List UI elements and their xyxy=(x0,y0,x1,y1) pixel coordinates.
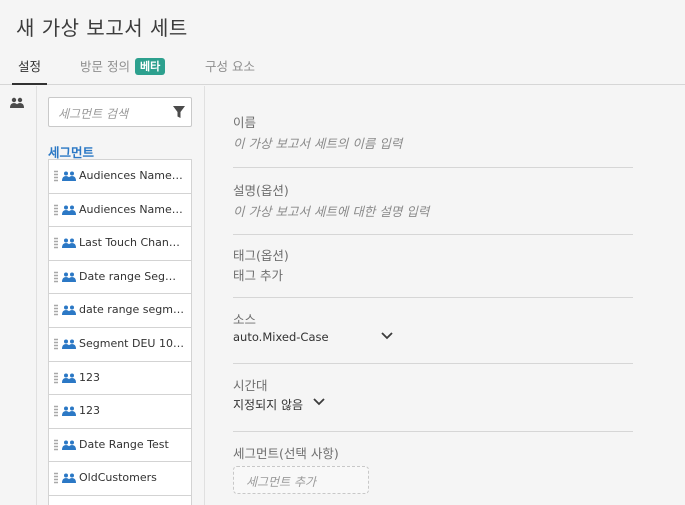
segment-list-item[interactable]: Date Range Test xyxy=(49,429,191,463)
source-field: 소스 auto.Mixed-Case xyxy=(233,298,633,364)
segment-icon xyxy=(62,272,76,282)
segment-list-item[interactable]: Segment DEU 1013 xyxy=(49,328,191,362)
description-label: 설명(옵션) xyxy=(233,183,289,198)
segment-icon xyxy=(62,339,76,349)
tab-visit-definition[interactable]: 방문 정의 베타 xyxy=(80,56,166,84)
tab-visit-definition-label: 방문 정의 xyxy=(80,59,130,74)
source-chevron-down-icon[interactable] xyxy=(381,332,393,340)
segment-list-item[interactable]: Audiences Name =... xyxy=(49,160,191,194)
segment-panel: 세그먼트 검색 세그먼트 Audiences Name =... Audienc… xyxy=(37,86,205,505)
segment-label: Audiences Name =... xyxy=(79,202,185,216)
segment-icon xyxy=(62,373,76,383)
segment-label: Audiences Name =... xyxy=(79,169,185,182)
drag-handle-icon[interactable] xyxy=(54,304,58,317)
tab-bar: 설정 방문 정의 베타 구성 요소 xyxy=(0,52,685,85)
segment-list-item[interactable]: Date range Segment xyxy=(49,261,191,295)
segment-list: Audiences Name =... Audiences Name =... … xyxy=(48,159,192,505)
drag-handle-icon[interactable] xyxy=(54,472,58,485)
segment-label: 123 xyxy=(79,404,100,418)
timezone-select[interactable]: 지정되지 않음 xyxy=(233,396,303,413)
segment-list-item[interactable]: 123 xyxy=(49,395,191,429)
source-label: 소스 xyxy=(233,312,257,327)
segment-label: date range segment xyxy=(79,303,185,317)
drag-handle-icon[interactable] xyxy=(54,237,58,250)
segment-icon xyxy=(62,238,76,249)
left-rail xyxy=(0,86,37,505)
segment-icon xyxy=(62,171,76,181)
segment-list-item[interactable] xyxy=(49,496,191,505)
segment-icon xyxy=(62,473,76,484)
drag-handle-icon[interactable] xyxy=(54,203,58,216)
timezone-chevron-down-icon[interactable] xyxy=(313,398,325,406)
segment-label: Date Range Test xyxy=(79,437,169,451)
beta-badge: 베타 xyxy=(134,58,166,75)
segment-list-item[interactable]: OldCustomers xyxy=(49,462,191,496)
segment-drop-placeholder: 세그먼트 추가 xyxy=(246,475,317,489)
description-input[interactable]: 이 가상 보고서 세트에 대한 설명 입력 xyxy=(233,201,429,220)
source-select[interactable]: auto.Mixed-Case xyxy=(233,330,329,344)
segment-drop-zone[interactable]: 세그먼트 추가 xyxy=(233,466,369,494)
segment-label: Last Touch Chann... xyxy=(79,236,185,250)
name-field: 이름 이 가상 보고서 세트의 이름 입력 xyxy=(233,86,633,168)
drag-handle-icon[interactable] xyxy=(54,405,58,418)
page-title: 새 가상 보고서 세트 xyxy=(16,16,188,40)
segment-label: Segment DEU 1013 xyxy=(79,336,185,350)
segment-label: Date range Segment xyxy=(79,269,185,283)
segment-icon xyxy=(62,205,76,215)
tab-settings[interactable]: 설정 xyxy=(11,56,48,85)
segment-list-item[interactable]: Last Touch Chann... xyxy=(49,227,191,261)
timezone-field: 시간대 지정되지 않음 xyxy=(233,364,633,432)
segment-list-item[interactable]: Audiences Name =... xyxy=(49,194,191,228)
drag-handle-icon[interactable] xyxy=(54,270,58,283)
description-field: 설명(옵션) 이 가상 보고서 세트에 대한 설명 입력 xyxy=(233,168,633,235)
tags-label: 태그(옵션) xyxy=(233,248,289,263)
segments-label: 세그먼트(선택 사항) xyxy=(233,446,339,461)
drag-handle-icon[interactable] xyxy=(54,438,58,451)
drag-handle-icon[interactable] xyxy=(54,371,58,384)
segment-search-input[interactable]: 세그먼트 검색 xyxy=(48,97,192,127)
segment-icon xyxy=(62,406,76,417)
segment-label: OldCustomers xyxy=(79,471,157,485)
timezone-label: 시간대 xyxy=(233,378,268,393)
segment-icon xyxy=(62,305,76,316)
segment-icon xyxy=(62,440,76,450)
name-input[interactable]: 이 가상 보고서 세트의 이름 입력 xyxy=(233,133,402,152)
segment-rail-icon[interactable] xyxy=(10,97,24,109)
drag-handle-icon[interactable] xyxy=(54,337,58,350)
segment-list-item[interactable]: 123 xyxy=(49,362,191,396)
tags-field: 태그(옵션) 태그 추가 xyxy=(233,235,633,298)
segment-label: 123 xyxy=(79,370,100,384)
segment-search-placeholder: 세그먼트 검색 xyxy=(58,107,129,121)
tags-input[interactable]: 태그 추가 xyxy=(233,265,283,284)
drag-handle-icon[interactable] xyxy=(54,170,58,182)
filter-icon[interactable] xyxy=(173,106,185,119)
tab-components[interactable]: 구성 요소 xyxy=(205,56,255,84)
segment-list-item[interactable]: date range segment xyxy=(49,294,191,328)
name-label: 이름 xyxy=(233,115,257,130)
